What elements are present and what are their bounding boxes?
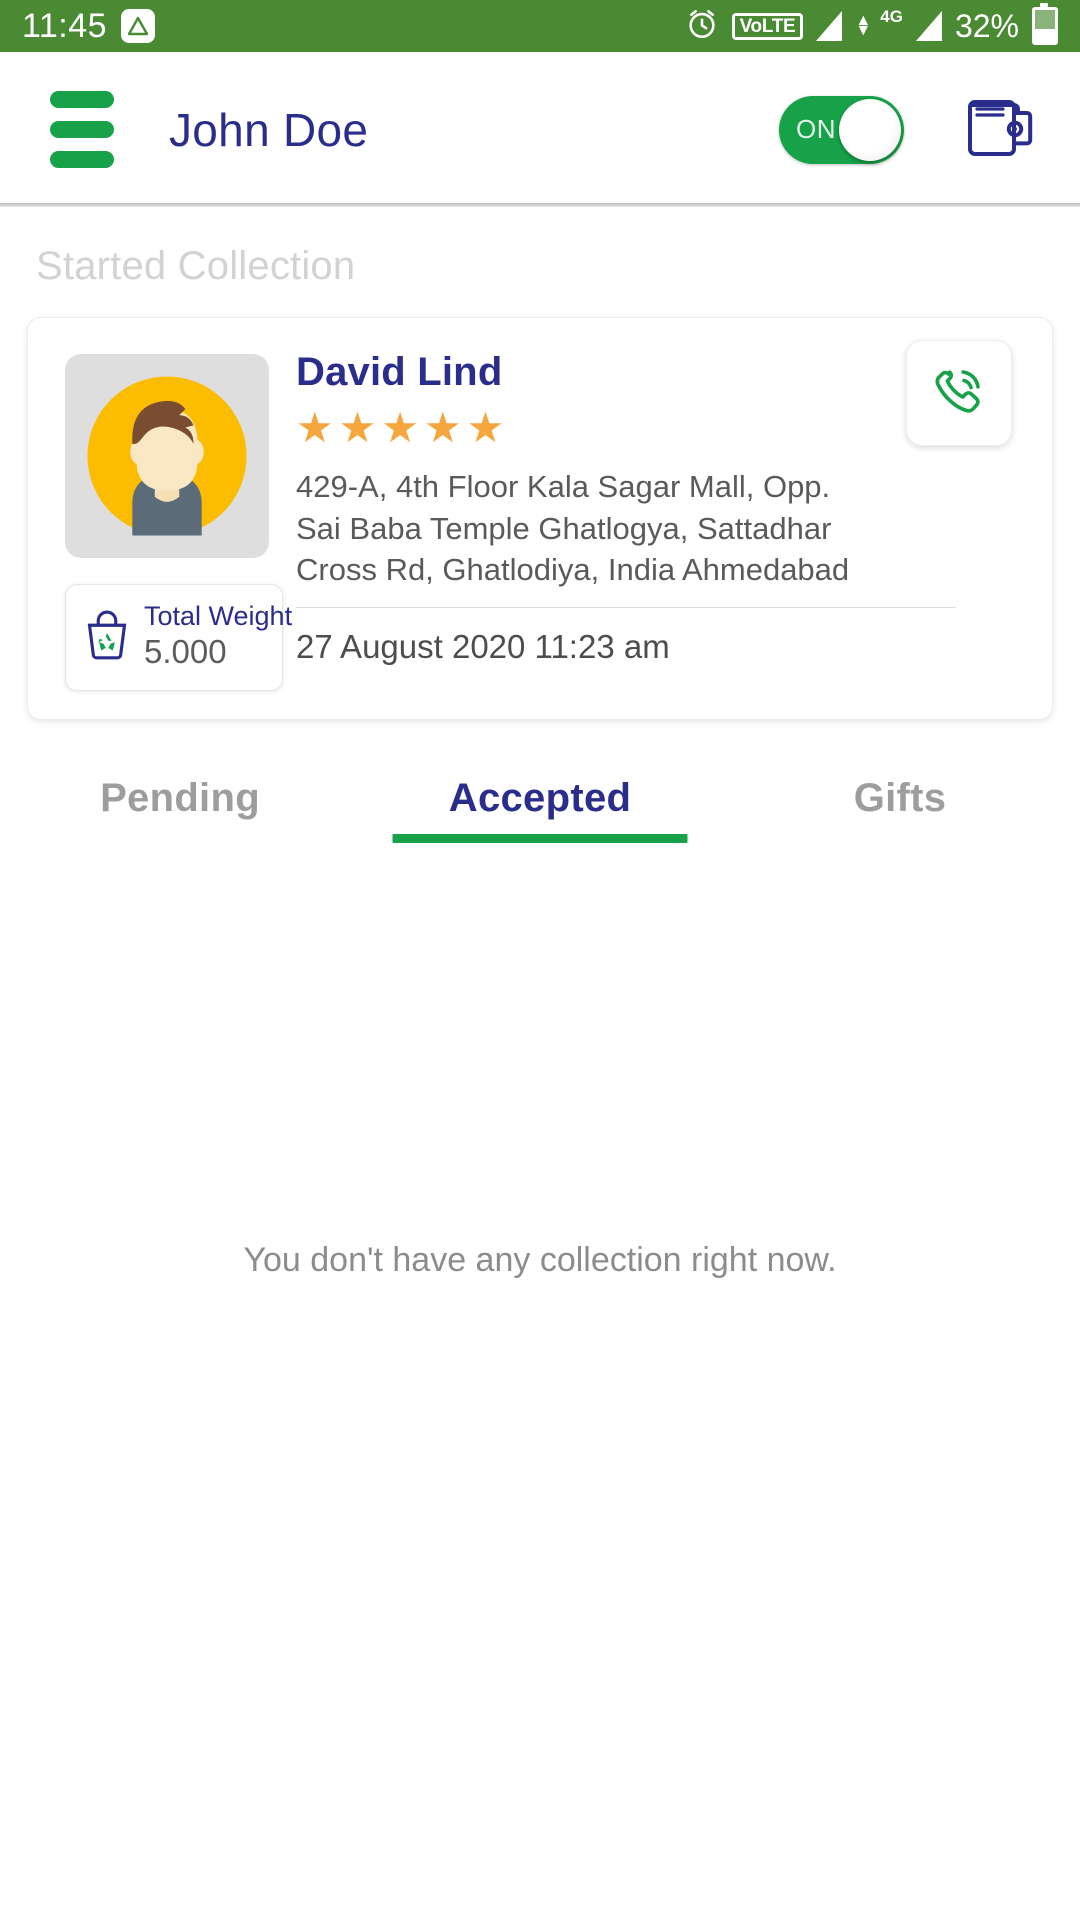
collection-tabs: Pending Accepted Gifts [0,776,1080,843]
customer-address: 429-A, 4th Floor Kala Sagar Mall, Opp. S… [296,469,850,588]
volte-icon: VoLTE [731,12,804,40]
collection-datetime: 27 August 2020 11:23 am [296,627,670,665]
card-right-column: David Lind ★★★★★ 429-A, 4th Floor Kala S… [283,318,1052,691]
started-collection-card[interactable]: Total Weight 5.000 David Lind ★★★★★ 429-… [27,317,1053,720]
page-title: John Doe [169,103,369,156]
empty-state-message: You don't have any collection right now. [243,1240,837,1279]
status-bar-right: VoLTE ▲ ▼ 4G 32% [685,3,1058,46]
call-button[interactable] [906,340,1012,446]
signal-bars-icon-2 [915,11,942,41]
tab-label: Gifts [853,775,947,820]
card-left-column: Total Weight 5.000 [28,318,292,691]
toggle-state-label: ON [796,114,836,144]
status-bar: 11:45 VoLTE ▲ ▼ 4G 32% [0,0,1080,52]
hamburger-bar [50,151,114,168]
total-weight-box: Total Weight 5.000 [65,584,292,691]
signal-bars-icon-1 [816,11,843,41]
total-weight-text: Total Weight 5.000 [144,601,292,672]
tab-label: Pending [100,775,260,820]
app-bar-divider [0,203,1080,207]
alarm-clock-icon [685,7,719,46]
total-weight-value: 5.000 [144,633,227,671]
tab-label: Accepted [448,775,632,820]
network-type-label: 4G [880,6,903,26]
phone-call-icon [928,360,990,427]
tab-accepted[interactable]: Accepted [360,776,720,843]
recycle-bag-icon [80,606,134,667]
battery-percent-label: 32% [954,7,1019,44]
hamburger-bar [50,91,114,108]
app-bar: John Doe ON [0,52,1080,207]
triangle-badge-icon [121,9,156,43]
wallet-icon[interactable] [964,94,1036,165]
active-tab-indicator [392,833,688,843]
availability-toggle[interactable]: ON [779,95,904,164]
data-transfer-icon: ▲ ▼ [855,12,872,39]
hamburger-bar [50,121,114,138]
total-weight-label: Total Weight [144,601,293,631]
status-bar-left: 11:45 [22,6,156,46]
hamburger-menu-icon[interactable] [50,91,114,168]
card-divider [296,606,956,608]
status-bar-clock: 11:45 [22,6,108,45]
toggle-knob [839,98,901,161]
tab-pending[interactable]: Pending [0,776,360,843]
battery-charging-icon [1032,3,1058,45]
tab-gifts[interactable]: Gifts [720,776,1080,843]
user-avatar-placeholder [65,354,269,558]
section-title: Started Collection [36,244,356,288]
